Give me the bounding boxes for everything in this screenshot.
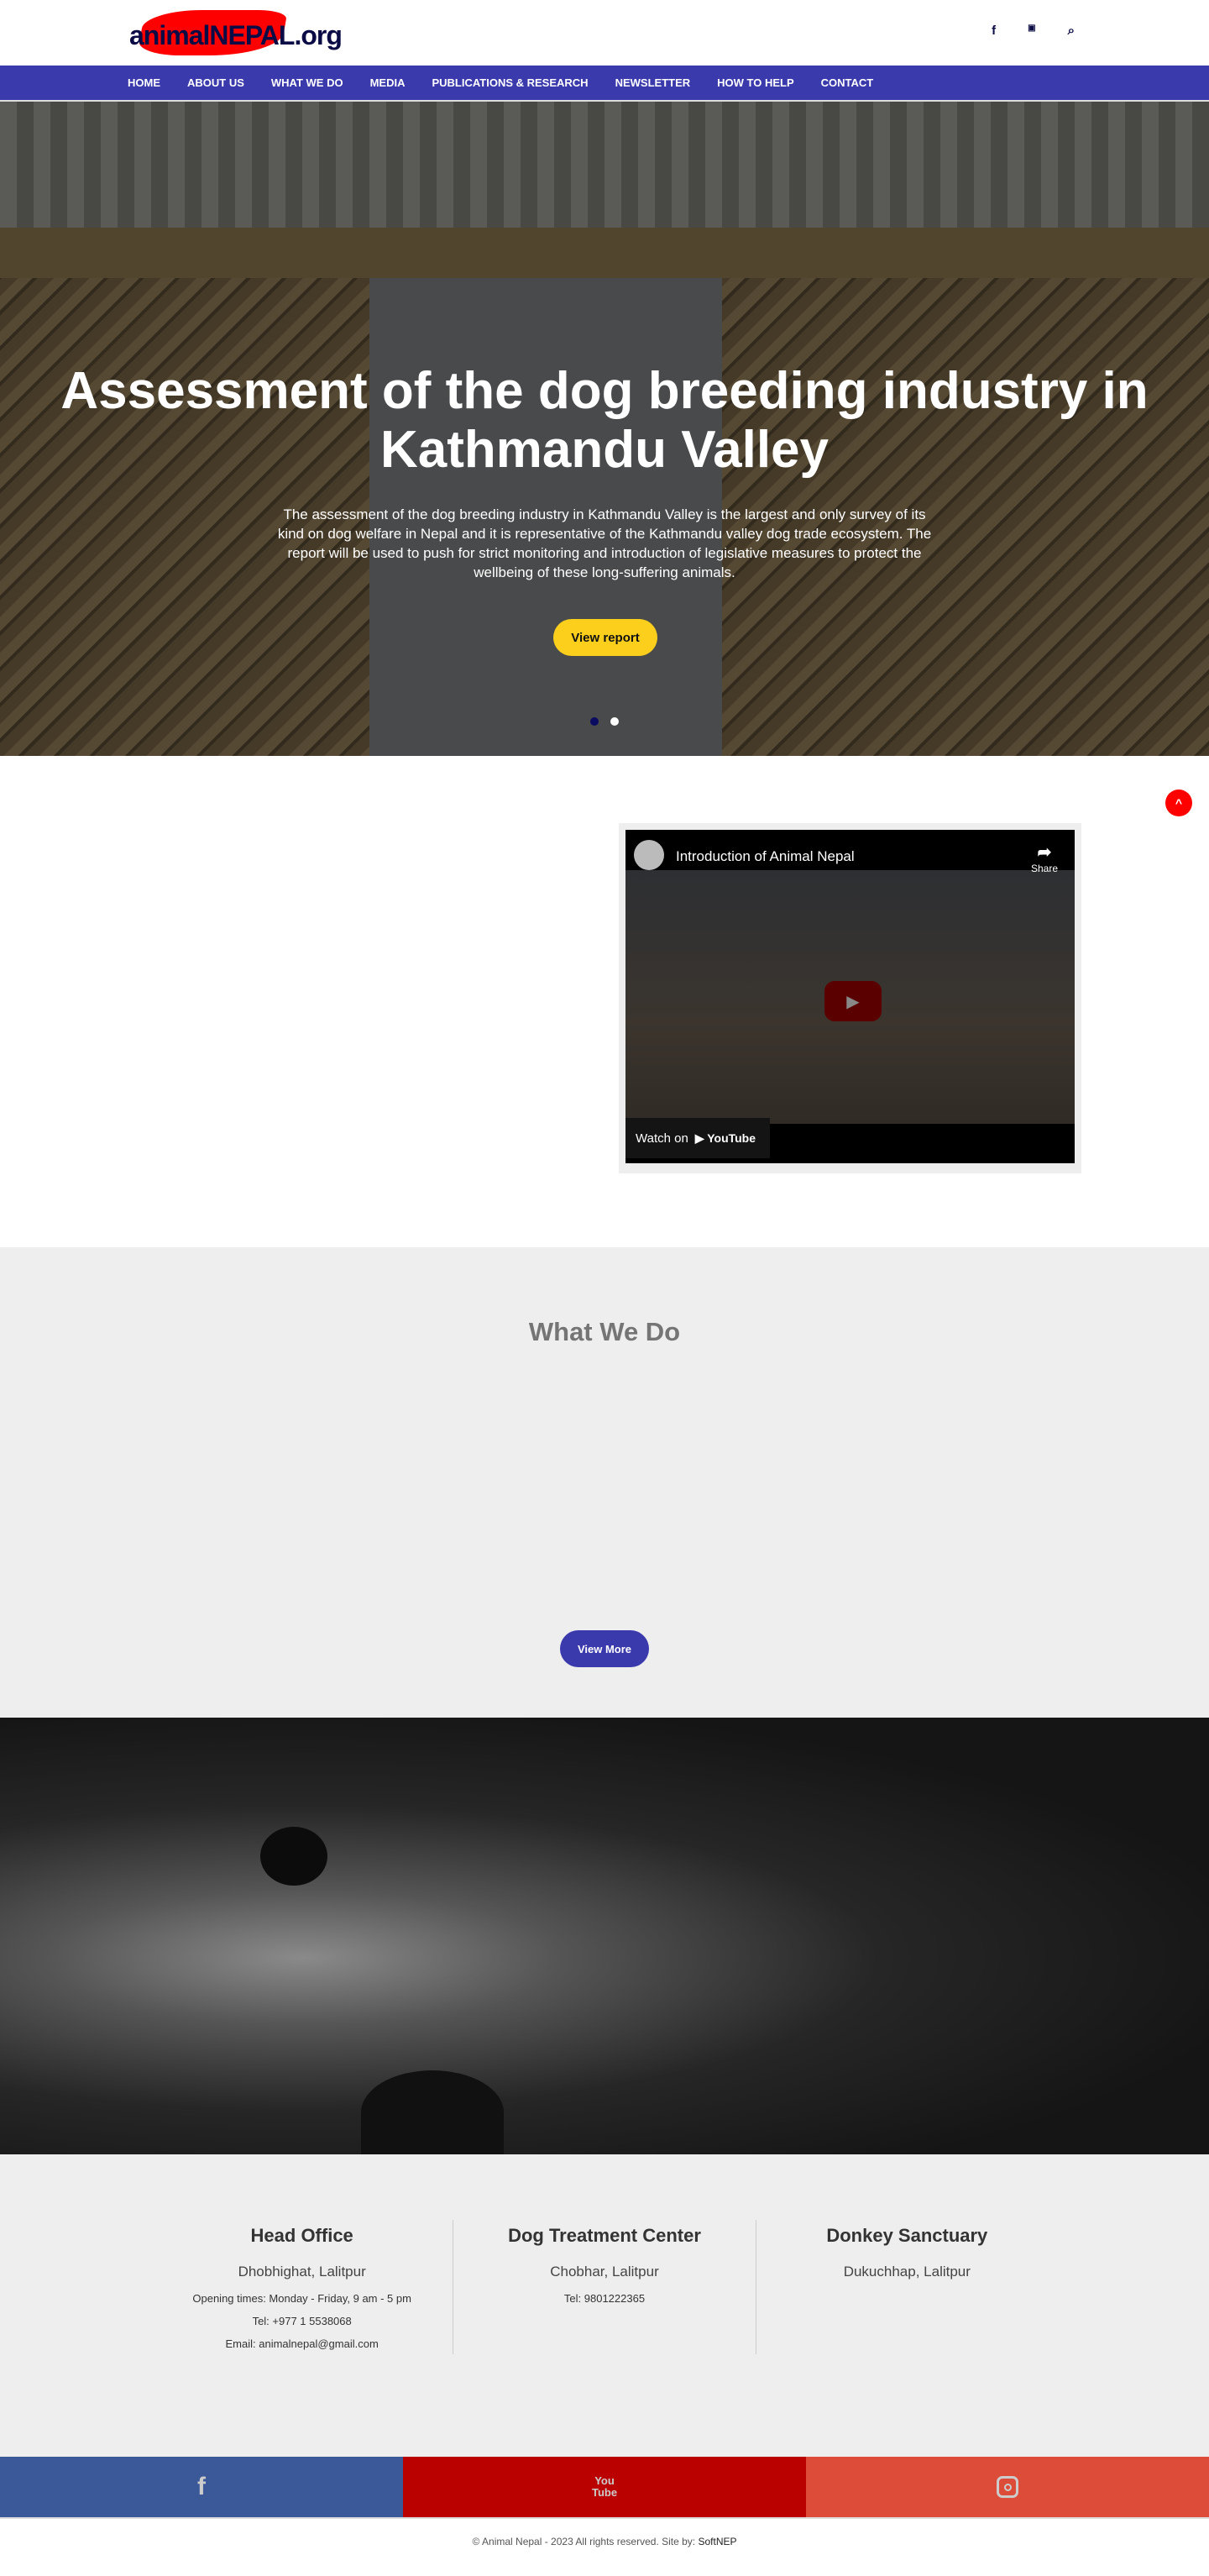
hero-title: Assessment of the dog breeding industry …	[60, 362, 1149, 479]
chevron-up-icon: ^	[1175, 796, 1183, 810]
nav-newsletter[interactable]: NEWSLETTER	[615, 76, 691, 89]
section-title: What We Do	[528, 1317, 681, 1346]
nav-publications[interactable]: PUBLICATIONS & RESEARCH	[432, 76, 588, 89]
column-title: Head Office	[250, 2225, 353, 2246]
footer: Head Office Dhobhighat, Lalitpur Opening…	[0, 2154, 1209, 2457]
dog-banner-image	[0, 1718, 1209, 2154]
youtube-icon[interactable]: ▣	[1028, 24, 1035, 38]
youtube-icon: You Tube	[592, 2474, 618, 2499]
nav-home[interactable]: HOME	[128, 76, 160, 89]
scroll-to-top-button[interactable]: ^	[1165, 790, 1192, 816]
slider-dots	[590, 717, 619, 726]
footer-head-office: Head Office Dhobhighat, Lalitpur Opening…	[151, 2220, 453, 2354]
logo-text: animalNEPAL.org	[129, 20, 343, 50]
copyright-text: © Animal Nepal - 2023 All rights reserve…	[472, 2536, 699, 2547]
search-icon[interactable]: ⌕	[1068, 24, 1075, 38]
youtube-label: YouTube	[707, 1131, 756, 1145]
social-bar: f You Tube	[0, 2457, 1209, 2517]
share-label: Share	[1030, 863, 1058, 874]
nav-how-to-help[interactable]: HOW TO HELP	[717, 76, 793, 89]
view-more-button[interactable]: View More	[560, 1630, 649, 1667]
youtube-embed[interactable]: Introduction of Animal Nepal ➦ Share ▶ Wa…	[619, 823, 1081, 1173]
main-nav: HOME ABOUT US WHAT WE DO MEDIA PUBLICATI…	[0, 66, 1209, 102]
nav-what-we-do[interactable]: WHAT WE DO	[271, 76, 343, 89]
nav-about-us[interactable]: ABOUT US	[187, 76, 244, 89]
email[interactable]: Email: animalnepal@gmail.com	[151, 2337, 453, 2350]
youtube-link[interactable]: You Tube	[403, 2457, 806, 2517]
dog-nose	[361, 2070, 504, 2154]
nav-media[interactable]: MEDIA	[370, 76, 406, 89]
facebook-link[interactable]: f	[0, 2457, 403, 2517]
address: Chobhar, Lalitpur	[550, 2264, 659, 2280]
hero-slider: Assessment of the dog breeding industry …	[0, 102, 1209, 756]
copyright: © Animal Nepal - 2023 All rights reserve…	[0, 2517, 1209, 2576]
site-header: animalNEPAL.org f ▣ ⌕	[0, 0, 1209, 66]
slide-dot-1[interactable]	[590, 717, 599, 726]
phone: Tel: +977 1 5538068	[252, 2315, 352, 2327]
footer-donkey-sanctuary: Donkey Sanctuary Dukuchhap, Lalitpur	[755, 2220, 1058, 2354]
facebook-icon: f	[197, 2473, 206, 2500]
slide-dot-2[interactable]	[610, 717, 619, 726]
youtube-logo: ▶ YouTube	[694, 1131, 756, 1145]
dog-eye	[260, 1827, 327, 1886]
footer-dog-treatment-center: Dog Treatment Center Chobhar, Lalitpur T…	[453, 2220, 755, 2354]
site-credit-link[interactable]: SoftNEP	[698, 2536, 736, 2547]
address: Dukuchhap, Lalitpur	[843, 2264, 971, 2280]
opening-times: Opening times: Monday - Friday, 9 am - 5…	[192, 2292, 411, 2305]
column-title: Donkey Sanctuary	[826, 2225, 988, 2246]
channel-avatar[interactable]	[634, 840, 664, 870]
play-button[interactable]: ▶	[824, 981, 882, 1021]
instagram-icon	[997, 2476, 1018, 2498]
video-title[interactable]: Introduction of Animal Nepal	[676, 848, 855, 865]
hero-text: The assessment of the dog breeding indus…	[277, 506, 932, 580]
logo[interactable]: animalNEPAL.org	[126, 7, 343, 59]
watch-on-youtube-button[interactable]: Watch on ▶ YouTube	[625, 1118, 770, 1158]
facebook-icon[interactable]: f	[992, 24, 996, 38]
column-title: Dog Treatment Center	[508, 2225, 701, 2246]
phone: Tel: 9801222365	[563, 2292, 646, 2305]
nav-contact[interactable]: CONTACT	[821, 76, 874, 89]
intro-section: ^ Introduction of Animal Nepal ➦ Share ▶ …	[0, 756, 1209, 1247]
address: Dhobhighat, Lalitpur	[238, 2264, 366, 2280]
instagram-link[interactable]	[806, 2457, 1209, 2517]
view-report-button[interactable]: View report	[553, 619, 657, 656]
what-we-do-section: What We Do View More	[0, 1247, 1209, 1718]
watch-on-label: Watch on	[636, 1131, 688, 1146]
share-button[interactable]: ➦ Share	[1031, 842, 1058, 874]
share-icon: ➦	[1037, 843, 1052, 862]
